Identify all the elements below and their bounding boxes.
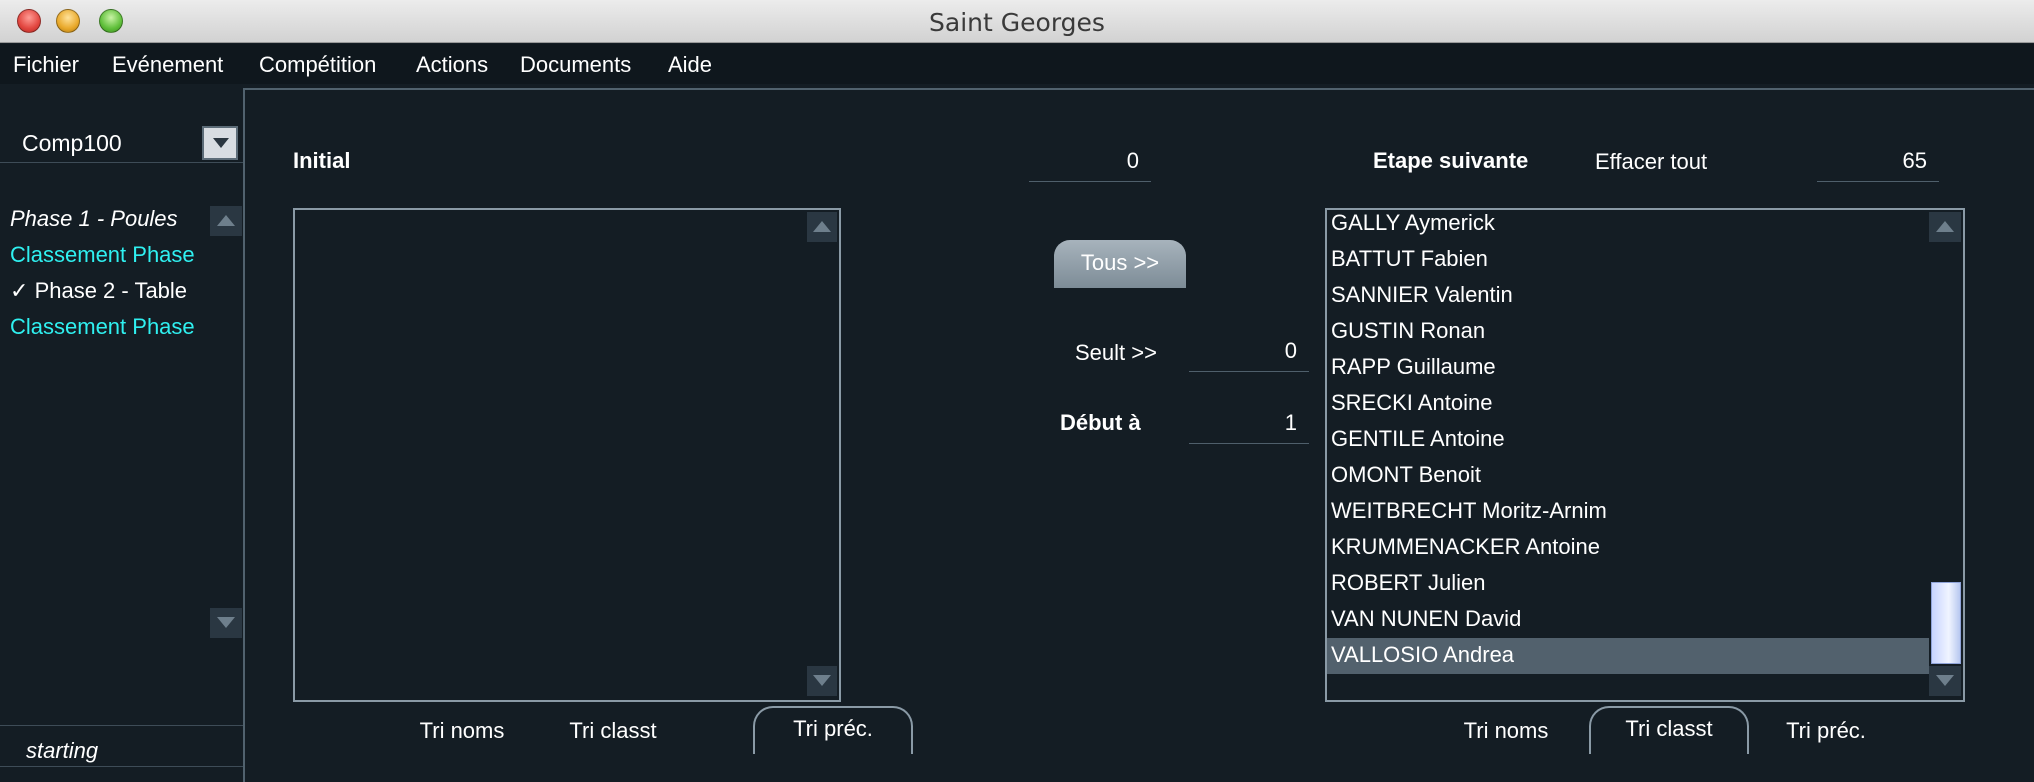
chevron-up-icon [217,215,235,226]
menu-fichier[interactable]: Fichier [13,52,79,78]
chevron-down-icon [217,617,235,628]
clear-all-button[interactable]: Effacer tout [1595,149,1707,175]
threshold-button[interactable]: Seult >> [1075,340,1157,366]
left-sort-by-previous-tab[interactable]: Tri préc. [753,706,913,754]
list-item[interactable]: BATTUT Fabien [1331,242,1488,278]
initial-list-scrollbar[interactable] [807,210,839,700]
menu-competition[interactable]: Compétition [259,52,376,78]
main-panel: Initial 0 Etape suivante Effacer tout 65… [243,88,2034,782]
scroll-thumb[interactable] [1931,582,1961,664]
next-count: 65 [1817,146,1939,182]
next-list-scrollbar[interactable] [1929,210,1963,700]
sidebar: Comp100 Phase 1 - Poules Classement Phas… [0,84,243,782]
right-sort-by-name-tab[interactable]: Tri noms [1441,710,1571,758]
start-at-label: Début à [1060,410,1141,435]
start-at-field[interactable]: 1 [1189,408,1309,444]
initial-count: 0 [1029,146,1151,182]
phase-item-2[interactable]: ✓ Phase 2 - Table [10,278,210,304]
phase-item-1[interactable]: Phase 1 - Poules [10,206,210,232]
scroll-up-button[interactable] [1929,212,1961,242]
list-item[interactable]: VAN NUNEN David [1331,602,1521,638]
menu-actions[interactable]: Actions [416,52,488,78]
status-text: starting [26,738,99,763]
list-item[interactable]: SRECKI Antoine [1331,386,1492,422]
menu-bar: Fichier Evénement Compétition Actions Do… [0,44,2034,84]
competition-select-value[interactable]: Comp100 [22,130,122,157]
scroll-down-button[interactable] [1929,666,1961,696]
next-stage-label: Etape suivante [1373,148,1529,173]
title-bar: Saint Georges [0,0,2034,43]
scroll-down-button[interactable] [807,666,837,696]
chevron-down-icon [213,138,229,148]
left-sort-by-rank-tab[interactable]: Tri classt [539,710,687,758]
right-sort-by-previous-tab[interactable]: Tri préc. [1761,710,1891,758]
sidebar-scrollbar[interactable] [210,206,243,638]
chevron-up-icon [813,221,831,232]
threshold-field[interactable]: 0 [1189,336,1309,372]
list-item[interactable]: GENTILE Antoine [1331,422,1505,458]
phase-item-2-label: Phase 2 - Table [34,278,188,303]
left-sort-by-name-tab[interactable]: Tri noms [397,710,527,758]
right-sort-by-rank-tab[interactable]: Tri classt [1589,706,1749,754]
next-stage-list[interactable]: GALLY Aymerick BATTUT Fabien SANNIER Valen… [1325,208,1965,702]
initial-label: Initial [293,148,351,173]
list-item[interactable]: ROBERT Julien [1331,566,1485,602]
menu-evenement[interactable]: Evénement [112,52,223,78]
phase-ranking-item-2[interactable]: Classement Phase [10,314,210,340]
scroll-up-button[interactable] [807,212,837,242]
menu-aide[interactable]: Aide [668,52,712,78]
list-item[interactable]: KRUMMENACKER Antoine [1331,530,1600,566]
initial-list[interactable] [293,208,841,702]
checkmark-icon: ✓ [10,278,29,303]
divider [0,162,243,163]
menu-documents[interactable]: Documents [520,52,631,78]
list-item[interactable]: GUSTIN Ronan [1331,314,1485,350]
phase-ranking-item-1[interactable]: Classement Phase [10,242,210,268]
move-all-button[interactable]: Tous >> [1054,240,1186,288]
window-title: Saint Georges [929,8,1105,37]
chevron-down-icon [813,675,831,686]
scroll-down-button[interactable] [210,608,242,638]
divider [0,725,243,726]
list-item[interactable]: OMONT Benoit [1331,458,1481,494]
competition-dropdown-button[interactable] [202,126,238,160]
chevron-up-icon [1936,221,1954,232]
list-item[interactable]: WEITBRECHT Moritz-Arnim [1331,494,1607,530]
divider [0,766,243,767]
scroll-up-button[interactable] [210,206,242,236]
list-item[interactable]: VALLOSIO Andrea [1327,638,1929,674]
chevron-down-icon [1936,675,1954,686]
list-item[interactable]: RAPP Guillaume [1331,350,1496,386]
list-item[interactable]: GALLY Aymerick [1331,206,1495,242]
list-item[interactable]: SANNIER Valentin [1331,278,1513,314]
